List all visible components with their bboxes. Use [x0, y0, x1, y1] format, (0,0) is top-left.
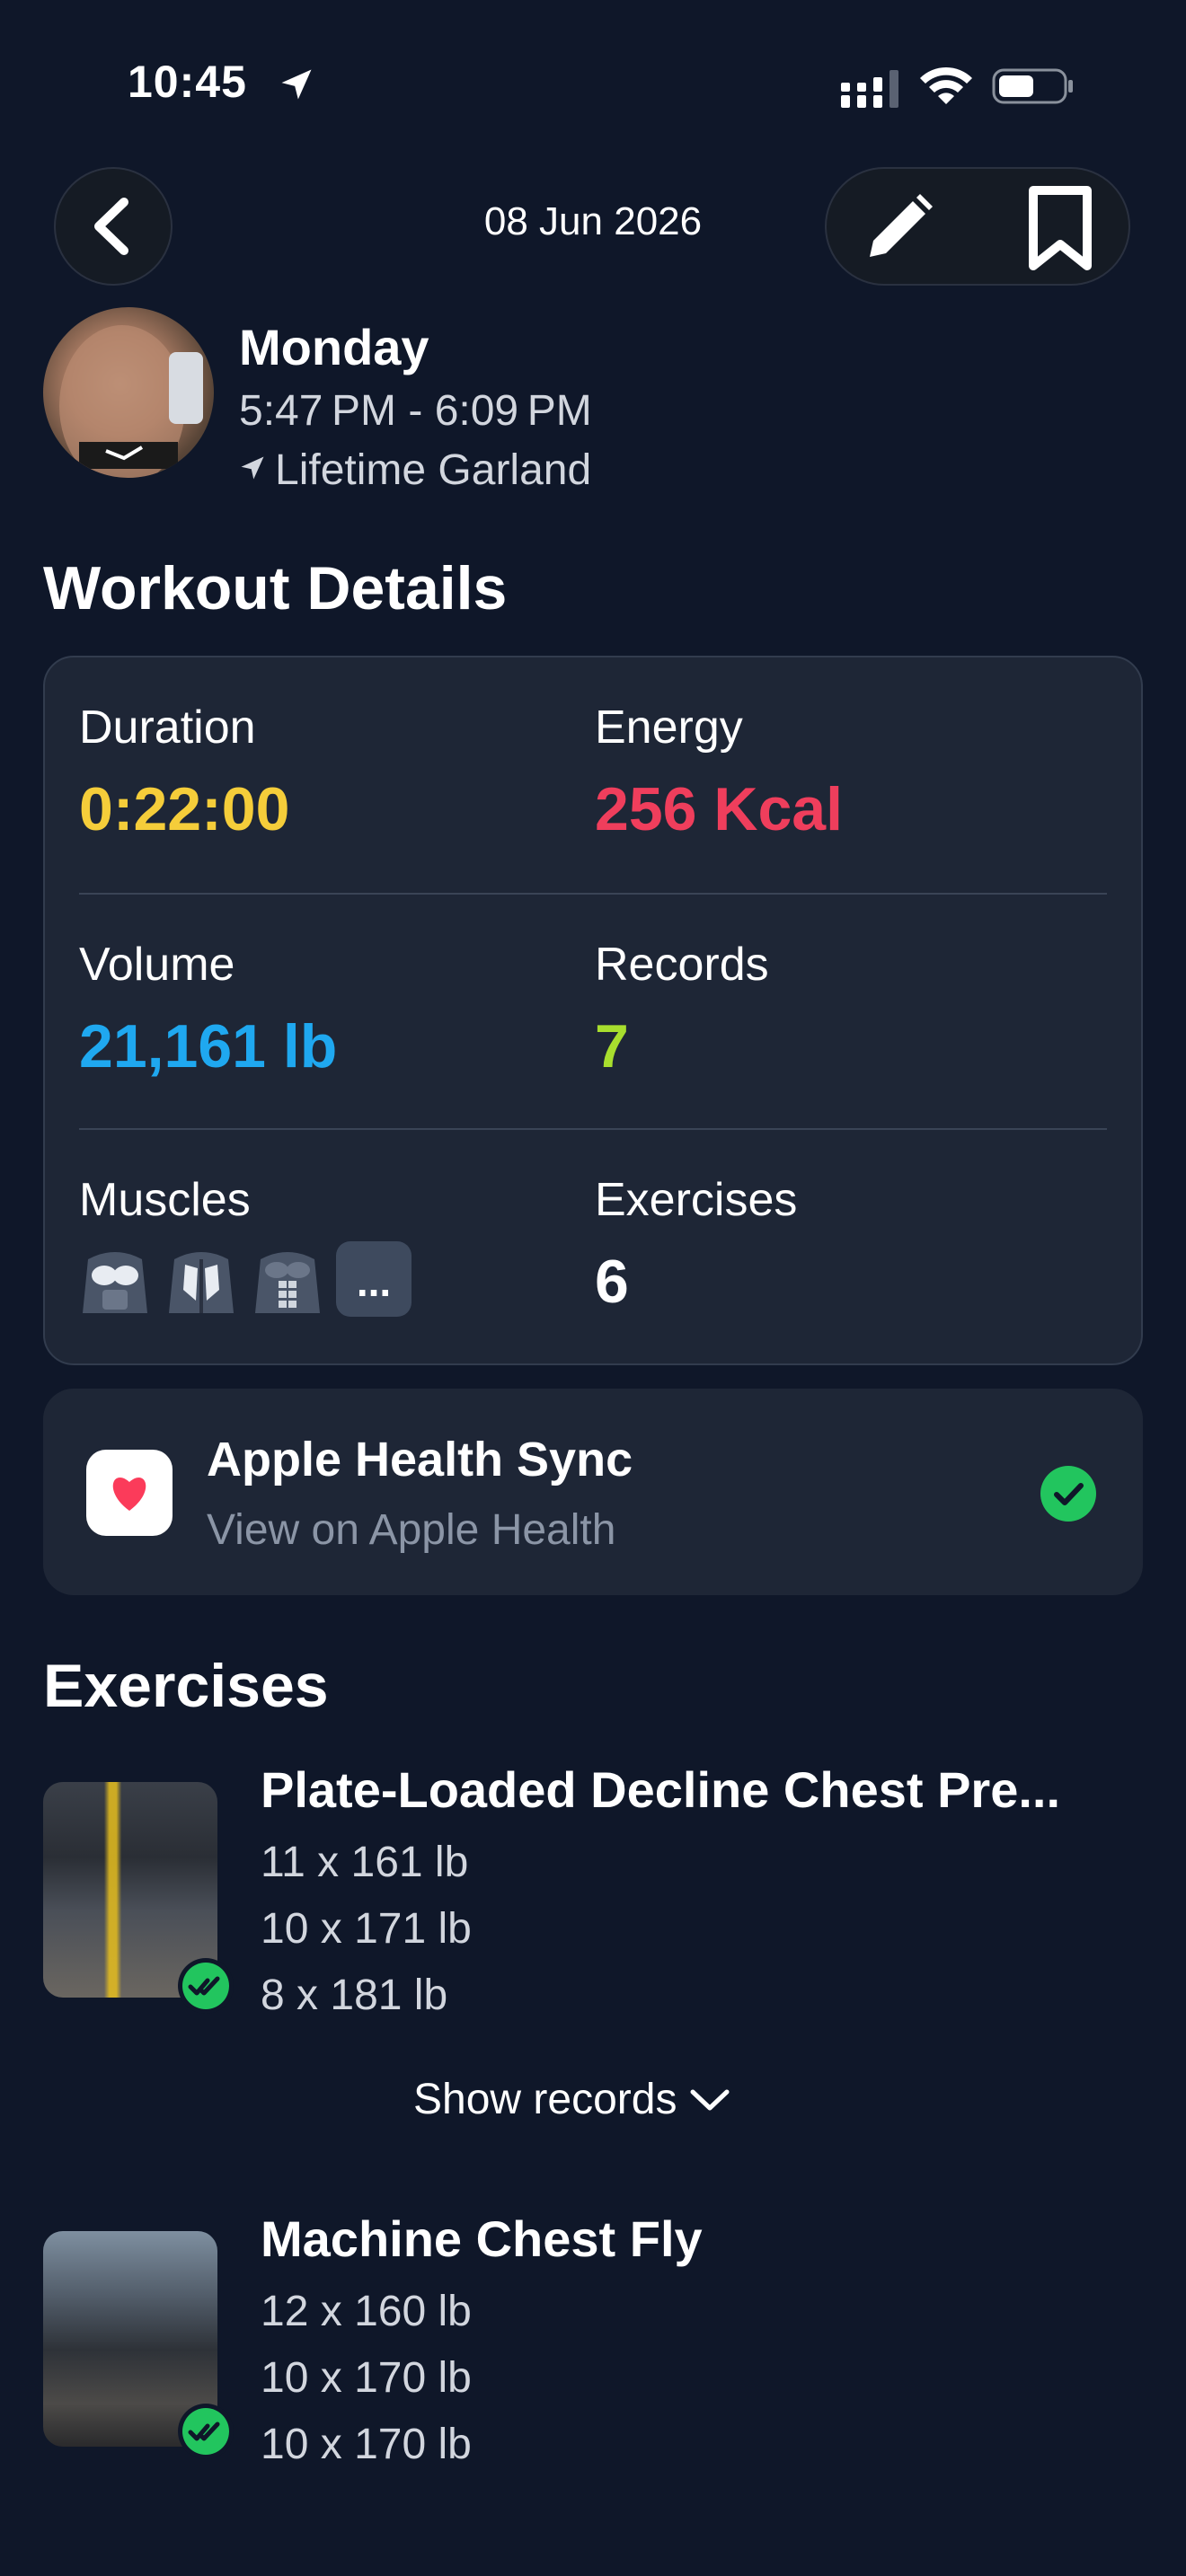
records-value: 7 [595, 1012, 629, 1081]
duration-value: 0:22:00 [79, 775, 290, 843]
apple-health-app-icon [86, 1450, 173, 1536]
bookmark-icon[interactable] [1024, 185, 1096, 271]
exercises-title: Exercises [43, 1652, 329, 1720]
sync-check-icon [1040, 1466, 1096, 1522]
energy-label: Energy [595, 701, 743, 754]
cellular-signal-icon [841, 70, 898, 108]
exercise-name[interactable]: Plate-Loaded Decline Chest Pre... [261, 1760, 1159, 1819]
location-arrow-icon [281, 69, 312, 100]
set-line: 11 x 161 lb [261, 1839, 469, 1886]
workout-location[interactable]: Lifetime Garland [275, 446, 591, 495]
workout-details-title: Workout Details [43, 554, 508, 622]
avatar-photo [59, 325, 203, 478]
stats-divider [79, 893, 1107, 895]
set-line: 10 x 170 lb [261, 2354, 472, 2402]
exercise-name[interactable]: Machine Chest Fly [261, 2210, 1159, 2268]
exercises-count: 6 [595, 1248, 629, 1316]
heart-icon [112, 1478, 146, 1511]
back-button[interactable] [54, 167, 173, 286]
more-muscles-button[interactable]: ... [336, 1241, 412, 1317]
set-line: 8 x 181 lb [261, 1972, 448, 2019]
status-time: 10:45 [128, 57, 247, 107]
volume-label: Volume [79, 939, 235, 991]
edit-pencil-icon[interactable] [861, 190, 936, 266]
chevron-left-icon [94, 198, 128, 255]
chest-muscle-icon [83, 1252, 147, 1313]
apple-health-sync-card[interactable] [43, 1389, 1143, 1595]
chevron-down-icon [690, 2089, 730, 2110]
show-records-label: Show records [413, 2076, 677, 2123]
back-muscle-icon [169, 1252, 234, 1313]
battery-icon [992, 68, 1073, 104]
set-line: 10 x 170 lb [261, 2421, 472, 2468]
stats-divider [79, 1128, 1107, 1130]
abs-muscle-icon [255, 1252, 320, 1313]
muscles-label: Muscles [79, 1174, 251, 1226]
duration-label: Duration [79, 701, 256, 754]
location-arrow-icon [241, 456, 264, 480]
completed-check-icon [178, 2404, 234, 2459]
set-line: 12 x 160 lb [261, 2288, 472, 2335]
energy-value: 256 Kcal [595, 775, 843, 843]
health-sync-title: Apple Health Sync [207, 1433, 633, 1486]
avatar[interactable] [43, 307, 214, 478]
workout-time-range: 5:47 PM - 6:09 PM [239, 387, 592, 435]
workout-day: Monday [239, 319, 429, 375]
exercises-label: Exercises [595, 1174, 798, 1226]
records-label: Records [595, 939, 769, 991]
wifi-icon [920, 66, 972, 104]
set-line: 10 x 171 lb [261, 1905, 472, 1953]
view-on-apple-health-link[interactable]: View on Apple Health [207, 1505, 615, 1555]
workout-date: 08 Jun 2026 [483, 199, 703, 243]
show-records-button[interactable]: Show records [413, 2075, 730, 2124]
volume-value: 21,161 lb [79, 1012, 338, 1081]
completed-check-icon [178, 1958, 234, 2014]
